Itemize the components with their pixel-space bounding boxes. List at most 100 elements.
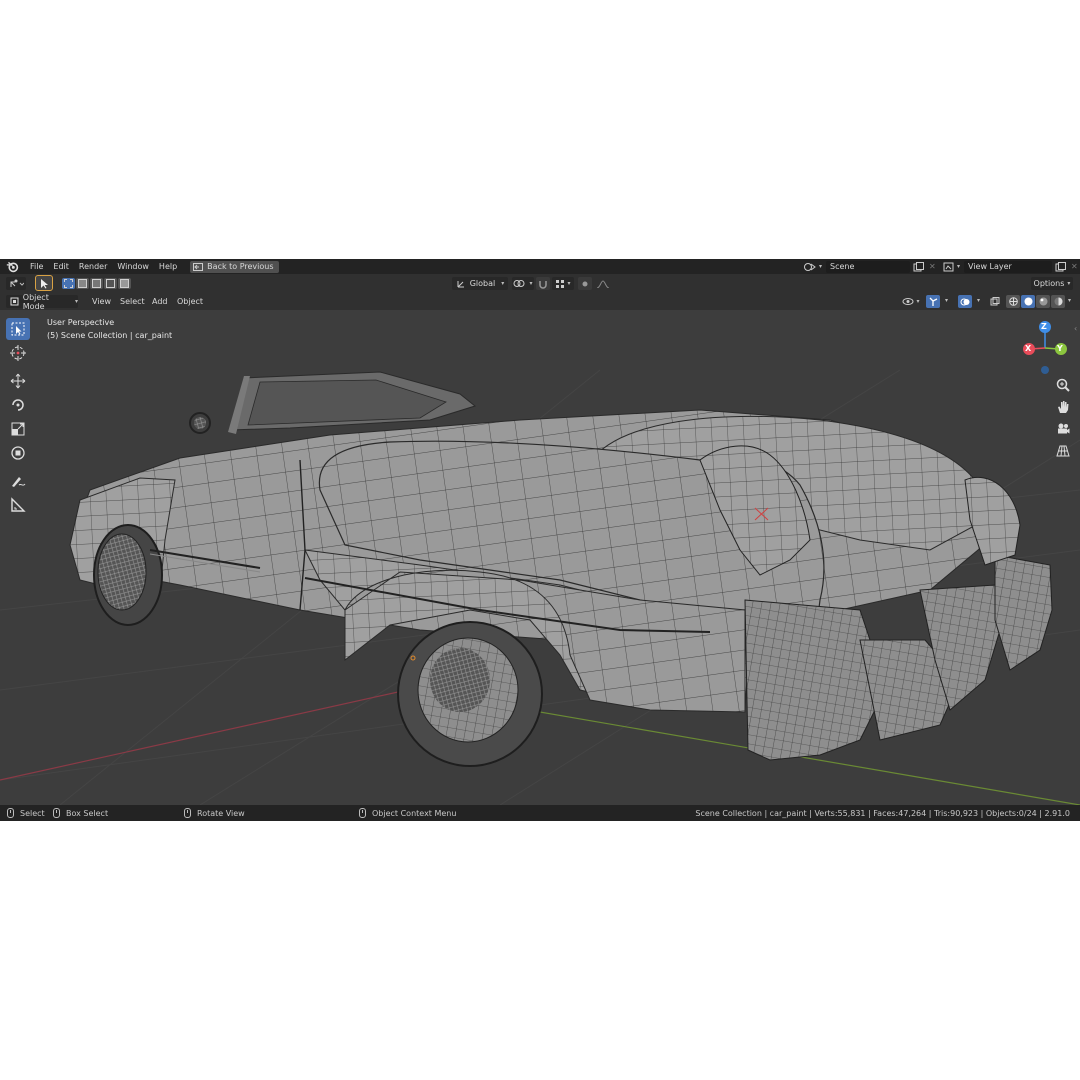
cursor-arrow-icon xyxy=(41,278,48,288)
chevron-down-icon: ▾ xyxy=(1067,280,1071,287)
menu-edit[interactable]: Edit xyxy=(48,259,74,274)
sidebar-toggle-icon[interactable]: ‹ xyxy=(1074,324,1077,333)
visibility-dropdown[interactable]: ▾ xyxy=(900,295,922,308)
object-mode-dropdown[interactable]: Object Mode ▾ xyxy=(6,293,78,311)
rendered-shading-icon[interactable] xyxy=(1051,295,1065,308)
transform-icon[interactable] xyxy=(6,442,30,464)
new-view-layer-icon[interactable] xyxy=(1055,261,1067,272)
menu-select[interactable]: Select xyxy=(120,293,145,310)
chevron-down-icon: ▾ xyxy=(529,280,533,287)
editor-type-button[interactable] xyxy=(6,277,26,290)
gizmo-icon xyxy=(929,297,938,306)
annotate-icon[interactable] xyxy=(6,470,30,492)
orientation-icon xyxy=(457,281,464,288)
mode-extend-icon[interactable] xyxy=(76,278,89,289)
scene-name-field[interactable]: Scene xyxy=(826,260,911,273)
mode-intersect-icon[interactable] xyxy=(118,278,131,289)
pivot-point-dropdown[interactable]: ▾ xyxy=(512,277,534,290)
proportional-edit-icon xyxy=(582,281,588,286)
perspective-grid-icon[interactable] xyxy=(1054,442,1072,460)
status-box-select: Box Select xyxy=(53,805,108,821)
magnet-icon xyxy=(539,280,547,289)
menu-add[interactable]: Add xyxy=(152,293,168,310)
chevron-down-icon: ▾ xyxy=(819,263,823,270)
chevron-down-icon: ▾ xyxy=(501,280,505,287)
gizmo-toggle[interactable] xyxy=(926,295,940,308)
overlays-icon xyxy=(960,298,970,305)
scene-selector[interactable]: ▾ Scene ✕ xyxy=(803,260,936,273)
chevron-down-icon[interactable]: ▾ xyxy=(977,297,980,304)
pivot-icon xyxy=(513,280,525,287)
mode-invert-icon[interactable] xyxy=(104,278,117,289)
chevron-down-icon: ▾ xyxy=(957,263,961,270)
scale-icon[interactable] xyxy=(6,418,30,440)
select-box-icon[interactable] xyxy=(6,318,30,340)
mouse-left-icon xyxy=(7,808,14,818)
status-context-menu: Object Context Menu xyxy=(359,805,456,821)
blender-logo-icon[interactable] xyxy=(6,260,19,273)
menu-file[interactable]: File xyxy=(25,259,48,274)
wireframe-shading-icon[interactable] xyxy=(1006,295,1020,308)
solid-shading-icon[interactable] xyxy=(1021,295,1035,308)
hand-pan-icon[interactable] xyxy=(1054,398,1072,416)
new-scene-icon[interactable] xyxy=(913,261,925,272)
close-icon[interactable]: ✕ xyxy=(929,262,936,271)
chevron-down-icon: ▾ xyxy=(74,298,78,305)
overlays-toggle[interactable] xyxy=(958,295,972,308)
view-layer-selector[interactable]: ▾ View Layer ✕ xyxy=(943,260,1078,273)
menu-window[interactable]: Window xyxy=(112,259,154,274)
snap-grid-icon xyxy=(556,279,565,288)
3d-viewport[interactable]: User Perspective (5) Scene Collection | … xyxy=(0,310,1080,805)
chevron-down-icon[interactable]: ▾ xyxy=(945,297,948,304)
collection-label: (5) Scene Collection | car_paint xyxy=(47,331,173,340)
proportional-falloff-dropdown[interactable] xyxy=(593,277,613,290)
view-layer-field[interactable]: View Layer xyxy=(964,260,1053,273)
gizmo-z-label[interactable]: Z xyxy=(1041,322,1047,331)
chevron-down-icon: ▾ xyxy=(567,280,571,287)
falloff-curve-icon xyxy=(597,279,609,288)
car-model xyxy=(69,371,1053,767)
top-menu-bar: File Edit Render Window Help Back to Pre… xyxy=(0,259,1080,274)
camera-icon[interactable] xyxy=(1054,420,1072,438)
back-to-previous-button[interactable]: Back to Previous xyxy=(190,260,279,273)
measure-icon[interactable] xyxy=(6,494,30,516)
tool-shelf xyxy=(6,318,34,518)
snap-target-dropdown[interactable]: ▾ xyxy=(552,277,574,290)
mode-subtract-icon[interactable] xyxy=(90,278,103,289)
navigation-gizmo[interactable]: Z Y X xyxy=(1020,318,1070,378)
gizmo-y-label[interactable]: Y xyxy=(1057,344,1063,353)
back-icon xyxy=(193,262,204,271)
scene-statistics: Scene Collection | car_paint | Verts:55,… xyxy=(695,808,1070,818)
mode-set-icon[interactable] xyxy=(62,278,75,289)
viewport-header: Object Mode ▾ View Select Add Object ▾ ▾… xyxy=(0,293,1080,311)
material-shading-icon[interactable] xyxy=(1036,295,1050,308)
menu-render[interactable]: Render xyxy=(74,259,112,274)
close-icon[interactable]: ✕ xyxy=(1071,262,1078,271)
transform-orientation-dropdown[interactable]: Global ▾ xyxy=(452,277,508,290)
gizmo-x-label[interactable]: X xyxy=(1025,344,1031,353)
move-icon[interactable] xyxy=(6,370,30,392)
zoom-icon[interactable] xyxy=(1054,376,1072,394)
status-select: Select xyxy=(7,805,45,821)
tool-settings-bar: Global ▾ ▾ ▾ Options ▾ xyxy=(0,274,1080,293)
menu-view[interactable]: View xyxy=(92,293,111,310)
menu-help[interactable]: Help xyxy=(154,259,182,274)
rotate-icon[interactable] xyxy=(6,394,30,416)
blender-window: File Edit Render Window Help Back to Pre… xyxy=(0,259,1080,821)
proportional-edit-toggle[interactable] xyxy=(578,277,592,290)
chevron-down-icon: ▾ xyxy=(916,298,920,305)
mouse-middle-icon xyxy=(184,808,191,818)
mouse-right-icon xyxy=(359,808,366,818)
viewport-editor-icon xyxy=(10,279,24,287)
xray-toggle[interactable] xyxy=(988,295,1002,308)
active-tool-button[interactable] xyxy=(35,275,53,291)
options-dropdown[interactable]: Options ▾ xyxy=(1031,277,1073,290)
viewport-canvas xyxy=(0,369,1080,805)
chevron-down-icon[interactable]: ▾ xyxy=(1068,297,1071,304)
menu-object[interactable]: Object xyxy=(177,293,203,310)
snap-toggle[interactable] xyxy=(536,277,550,290)
status-bar: Select Box Select Rotate View Object Con… xyxy=(0,805,1080,821)
view-layer-icon xyxy=(943,262,954,271)
cursor-icon[interactable] xyxy=(6,342,30,364)
scene-icon xyxy=(804,262,816,271)
